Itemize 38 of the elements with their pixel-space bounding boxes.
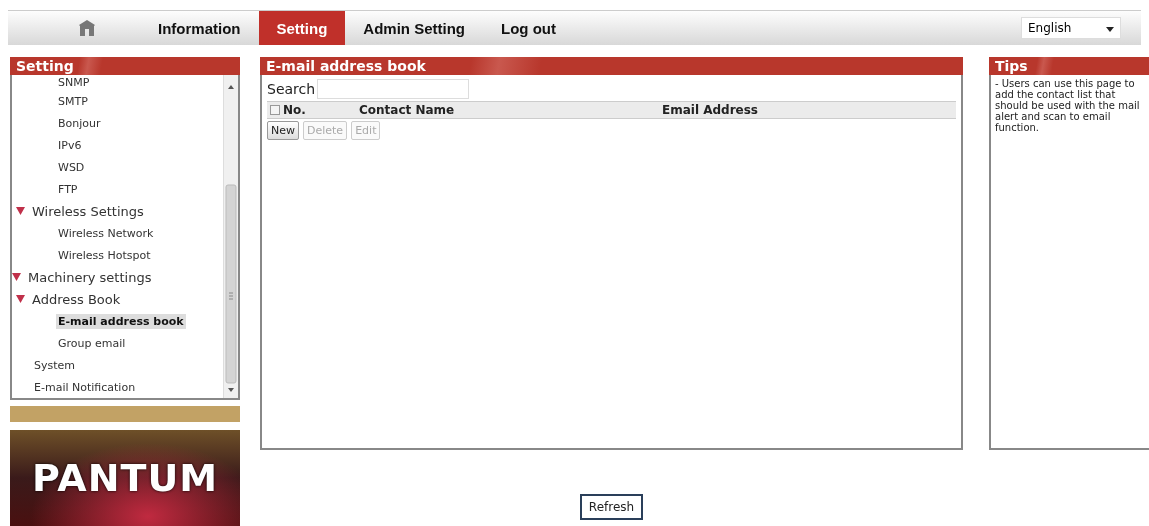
panel-title: E-mail address book	[260, 57, 963, 75]
expanded-arrow-icon[interactable]	[16, 294, 25, 303]
column-header: Email Address	[662, 103, 758, 117]
panel-title: Tips	[989, 57, 1149, 75]
tree-item[interactable]: IPv6	[56, 137, 84, 153]
caret-icon	[1106, 27, 1114, 32]
tree-item[interactable]: FTP	[56, 181, 80, 197]
tree-item[interactable]: E-mail Notification	[32, 379, 138, 395]
nav-tab[interactable]: Admin Setting	[345, 11, 483, 45]
tree-item[interactable]: Wireless Settings	[30, 202, 146, 220]
nav-tab[interactable]: Log out	[483, 11, 574, 45]
search-label: Search	[267, 81, 316, 97]
tree-item[interactable]: WSD	[56, 159, 87, 175]
tips-text: - Users can use this page to add the contact list that should be used with the mail alert and scan to email function.	[995, 78, 1141, 133]
expanded-arrow-icon[interactable]	[12, 272, 21, 281]
tree-item[interactable]: SMTP	[56, 93, 90, 109]
column-header: No.	[283, 103, 306, 117]
column-header: Contact Name	[359, 103, 455, 117]
tree-item[interactable]: Wireless Network	[56, 225, 156, 241]
toolbar-button[interactable]: New	[267, 121, 299, 140]
logo-text: PANTUM	[31, 456, 219, 500]
tree-item[interactable]: Bonjour	[56, 115, 103, 131]
tree-item[interactable]: Wireless Hotspot	[56, 247, 153, 263]
tree-item[interactable]: E-mail address book	[56, 313, 186, 329]
home-icon[interactable]	[78, 19, 96, 37]
tree-item[interactable]: Address Book	[30, 290, 123, 308]
nav-tab[interactable]: Setting	[258, 11, 346, 45]
tree-item[interactable]: Group email	[56, 335, 128, 351]
panel-title: Setting	[10, 57, 240, 75]
refresh-button[interactable]: Refresh	[579, 494, 644, 520]
tree-item[interactable]: SNMP	[56, 75, 92, 90]
tree-item[interactable]: Machinery settings	[26, 268, 154, 286]
nav-tab[interactable]: Information	[140, 11, 259, 45]
select-all-checkbox[interactable]	[270, 105, 280, 115]
language-dropdown[interactable]: English	[1021, 17, 1121, 39]
expanded-arrow-icon[interactable]	[16, 206, 25, 215]
search-field[interactable]	[317, 79, 470, 99]
tree-item[interactable]: System	[32, 357, 78, 373]
